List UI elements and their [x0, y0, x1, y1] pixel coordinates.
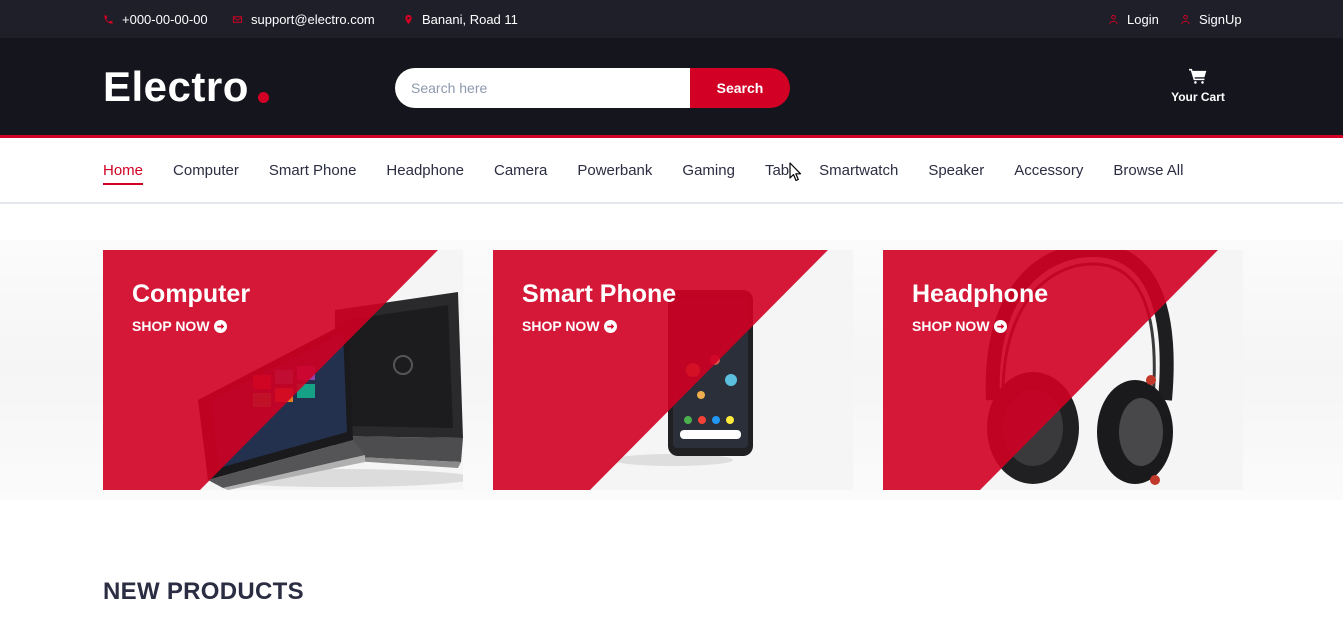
contact-phone[interactable]: +000-00-00-00 [103, 11, 208, 27]
nav-list: Home Computer Smart Phone Headphone Came… [103, 162, 1213, 185]
cart-button[interactable]: Your Cart [1160, 68, 1236, 108]
shop-now-label: SHOP NOW [522, 318, 600, 334]
nav-item-accessory[interactable]: Accessory [1014, 162, 1083, 180]
phone-text: +000-00-00-00 [122, 11, 208, 27]
user-icon [1109, 14, 1118, 24]
search-input[interactable] [395, 68, 691, 108]
login-link[interactable]: Login [1108, 11, 1159, 27]
contact-email[interactable]: support@electro.com [232, 11, 375, 27]
search-button[interactable]: Search [690, 68, 790, 108]
shop-now-label: SHOP NOW [132, 318, 210, 334]
category-title: Headphone [912, 280, 1049, 308]
signup-label: SignUp [1199, 11, 1242, 27]
shop-now-label: SHOP NOW [912, 318, 990, 334]
email-text: support@electro.com [251, 11, 375, 27]
login-label: Login [1127, 11, 1159, 27]
signup-link[interactable]: SignUp [1180, 11, 1242, 27]
nav-item-smart-phone[interactable]: Smart Phone [269, 162, 357, 180]
nav-item-gaming[interactable]: Gaming [682, 162, 735, 180]
nav-item-smartwatch[interactable]: Smartwatch [819, 162, 898, 180]
nav-item-home[interactable]: Home [103, 162, 144, 185]
main-header: Electro Search Your Cart [0, 38, 1343, 138]
shopping-cart-icon [1189, 68, 1207, 84]
nav-item-camera[interactable]: Camera [494, 162, 547, 180]
nav-item-powerbank[interactable]: Powerbank [577, 162, 652, 180]
user-icon [1181, 14, 1190, 24]
category-title: Computer [132, 280, 251, 308]
logo-dot [258, 92, 269, 103]
top-bar: +000-00-00-00 support@electro.com Banani… [0, 0, 1343, 38]
cart-label: Your Cart [1171, 90, 1225, 104]
shop-now-link[interactable]: SHOP NOW [522, 318, 617, 334]
shop-now-link[interactable]: SHOP NOW [132, 318, 227, 334]
envelope-icon [232, 15, 243, 23]
nav-item-tab[interactable]: Tab [765, 162, 789, 180]
address-text: Banani, Road 11 [422, 11, 518, 27]
nav-item-computer[interactable]: Computer [173, 162, 239, 180]
nav-item-speaker[interactable]: Speaker [928, 162, 984, 180]
section-title-new-products: NEW PRODUCTS [103, 578, 304, 605]
nav-item-headphone[interactable]: Headphone [386, 162, 464, 180]
map-marker-icon [405, 14, 412, 24]
site-logo[interactable]: Electro [103, 65, 249, 109]
category-title: Smart Phone [522, 280, 677, 308]
main-navigation: Home Computer Smart Phone Headphone Came… [0, 141, 1343, 204]
nav-item-browse-all[interactable]: Browse All [1113, 162, 1183, 180]
mouse-cursor-icon [789, 162, 802, 182]
arrow-circle-right-icon [993, 319, 1007, 333]
category-card-headphone[interactable]: Headphone SHOP NOW [883, 250, 1243, 490]
arrow-circle-right-icon [213, 319, 227, 333]
category-card-computer[interactable]: Computer SHOP NOW [103, 250, 463, 490]
shop-now-link[interactable]: SHOP NOW [912, 318, 1007, 334]
phone-icon [104, 14, 113, 24]
contact-address[interactable]: Banani, Road 11 [403, 11, 518, 27]
category-card-smart-phone[interactable]: Smart Phone SHOP NOW [493, 250, 853, 490]
arrow-circle-right-icon [603, 319, 617, 333]
